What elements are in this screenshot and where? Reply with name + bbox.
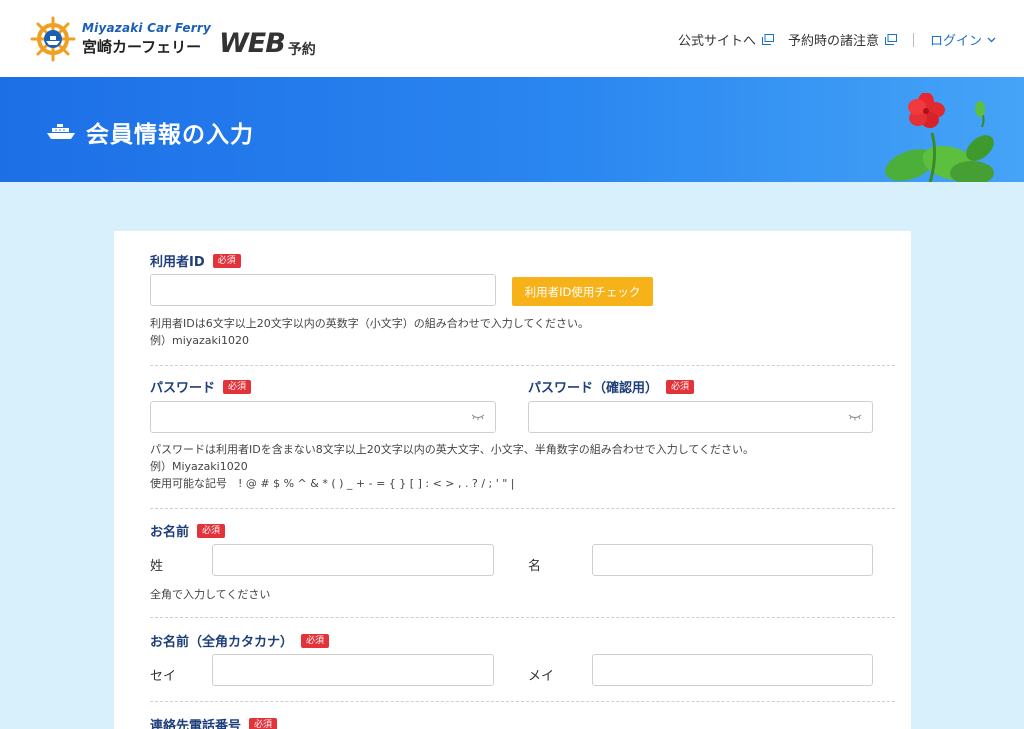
name-kana-label-text: お名前（全角カタカナ）	[150, 635, 294, 650]
ship-icon	[47, 124, 75, 139]
logo-web-text: WEB	[219, 27, 286, 59]
user-id-label: 利用者ID 必須	[150, 251, 895, 270]
login-label: ログイン	[929, 34, 982, 49]
password-label-text: パスワード	[150, 381, 216, 396]
mei-kana-input[interactable]	[592, 654, 873, 686]
user-id-input[interactable]	[150, 274, 496, 306]
site-header: Miyazaki Car Ferry 宮崎カーフェリー WEB 予約 公式サイト…	[0, 0, 1024, 77]
password-confirm-label: パスワード（確認用） 必須	[528, 377, 695, 396]
password-section: パスワード 必須 パスワード（確認用） 必須 パスワードは利用者IDを含まない8…	[150, 377, 895, 497]
name-kana-label: お名前（全角カタカナ） 必須	[150, 631, 895, 650]
required-badge: 必須	[666, 379, 695, 394]
page-title-text: 会員情報の入力	[86, 122, 254, 148]
mei-label: 名	[528, 559, 542, 574]
password-confirm-input[interactable]	[528, 401, 873, 433]
external-link-icon	[884, 34, 897, 45]
user-id-help-rule: 利用者IDは6文字以上20文字以内の英数字（小文字）の組み合わせで入力してくださ…	[150, 317, 590, 330]
password-help-rule: パスワードは利用者IDを含まない8文字以上20文字以内の英大文字、小文字、半角数…	[150, 443, 755, 456]
sei-label: 姓	[150, 559, 164, 574]
logo-yoyaku-text: 予約	[287, 42, 316, 58]
chevron-down-icon	[987, 37, 996, 42]
password-label: パスワード 必須	[150, 377, 895, 396]
reservation-notes-label: 予約時の諸注意	[787, 34, 879, 49]
page-banner: 会員情報の入力	[0, 77, 1024, 182]
user-id-section: 利用者ID 必須 利用者ID使用チェック 利用者IDは6文字以上20文字以内の英…	[150, 251, 895, 351]
user-id-check-button[interactable]: 利用者ID使用チェック	[512, 277, 653, 306]
nav-divider	[912, 32, 914, 47]
login-menu[interactable]: ログイン	[930, 30, 996, 49]
sei-kana-label: セイ	[150, 669, 177, 684]
password-help-symbols: 使用可能な記号 ! @ # $ % ^ & * ( ) _ + - = { } …	[150, 477, 515, 490]
mei-input[interactable]	[592, 544, 873, 576]
required-badge: 必須	[249, 717, 278, 729]
ship-wheel-logo-icon	[30, 16, 76, 62]
site-logo[interactable]: Miyazaki Car Ferry 宮崎カーフェリー WEB 予約	[30, 14, 316, 64]
official-site-link[interactable]: 公式サイトへ	[678, 30, 774, 49]
name-label: お名前 必須	[150, 521, 895, 540]
external-link-icon	[761, 34, 774, 45]
name-section: お名前 必須 姓 名 全角で入力してください	[150, 521, 895, 601]
hibiscus-decoration-icon	[885, 93, 994, 182]
section-divider	[150, 508, 895, 509]
eye-closed-icon[interactable]	[471, 413, 485, 421]
name-label-text: お名前	[150, 525, 190, 540]
name-help: 全角で入力してください	[150, 588, 271, 601]
required-badge: 必須	[212, 253, 241, 268]
required-badge: 必須	[223, 379, 252, 394]
password-help: パスワードは利用者IDを含まない8文字以上20文字以内の英大文字、小文字、半角数…	[150, 441, 754, 492]
user-id-label-text: 利用者ID	[150, 255, 205, 270]
user-id-help-example: 例）miyazaki1020	[150, 334, 249, 347]
header-nav: 公式サイトへ 予約時の諸注意 ログイン	[678, 30, 996, 49]
section-divider	[150, 701, 895, 702]
logo-english-text: Miyazaki Car Ferry	[82, 21, 211, 35]
member-info-form: 利用者ID 必須 利用者ID使用チェック 利用者IDは6文字以上20文字以内の英…	[114, 231, 911, 729]
section-divider	[150, 365, 895, 366]
reservation-notes-link[interactable]: 予約時の諸注意	[788, 30, 897, 49]
mei-kana-label: メイ	[528, 669, 555, 684]
phone-label-text: 連絡先電話番号	[150, 719, 242, 729]
logo-japanese-text: 宮崎カーフェリー	[82, 38, 202, 56]
required-badge: 必須	[301, 633, 330, 648]
section-divider	[150, 617, 895, 618]
name-kana-section: お名前（全角カタカナ） 必須 セイ メイ	[150, 631, 895, 691]
password-help-example: 例）Miyazaki1020	[150, 460, 248, 473]
password-input[interactable]	[150, 401, 496, 433]
official-site-label: 公式サイトへ	[677, 34, 756, 49]
sei-kana-input[interactable]	[212, 654, 494, 686]
user-id-help: 利用者IDは6文字以上20文字以内の英数字（小文字）の組み合わせで入力してくださ…	[150, 315, 589, 349]
required-badge: 必須	[197, 523, 226, 538]
phone-label: 連絡先電話番号 必須	[150, 715, 895, 729]
sei-input[interactable]	[212, 544, 494, 576]
page-title: 会員情報の入力	[46, 115, 254, 149]
eye-closed-icon[interactable]	[848, 413, 862, 421]
phone-section: 連絡先電話番号 必須	[150, 715, 895, 729]
password-confirm-label-text: パスワード（確認用）	[528, 381, 659, 396]
